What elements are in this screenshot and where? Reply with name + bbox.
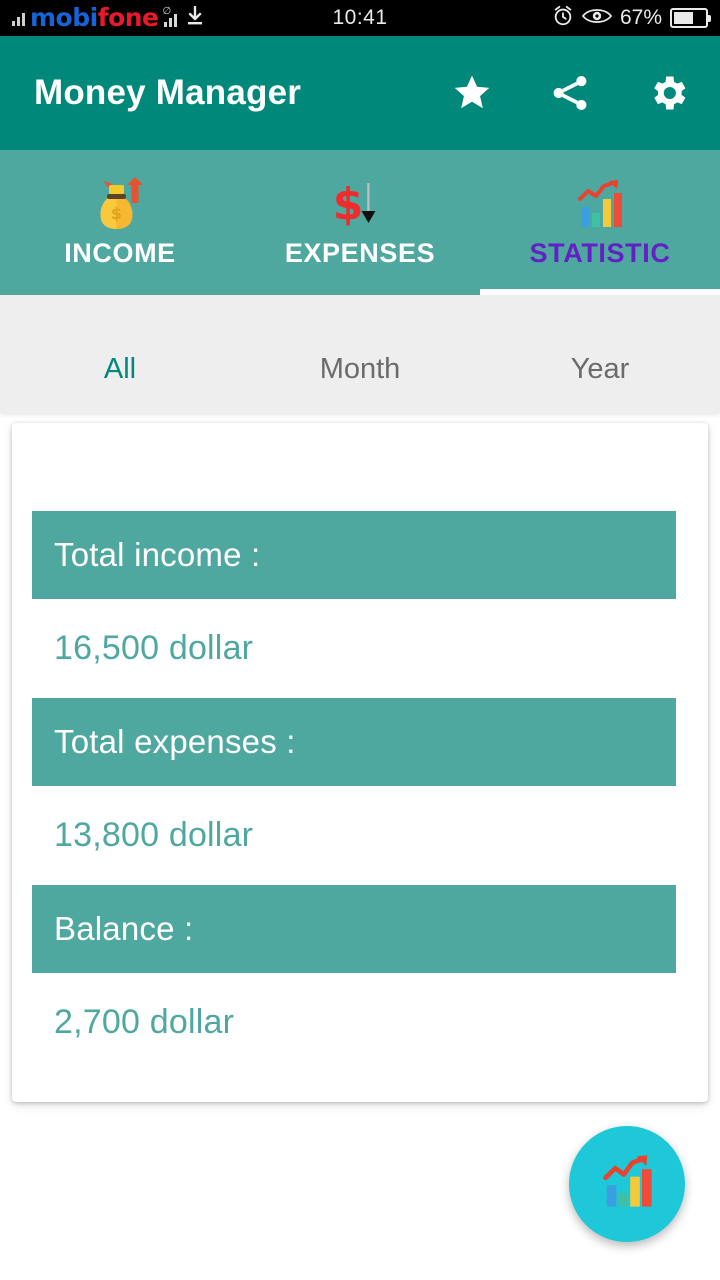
chart-fab-button[interactable] [569,1126,685,1242]
svg-text:$: $ [333,179,364,230]
app-bar-actions [450,71,690,115]
star-icon[interactable] [450,71,494,115]
app-screen: mobifone ∅ 10:41 67% Money Manager $ INC… [0,0,720,1280]
eye-icon [581,6,613,31]
bar-chart-icon [596,1153,658,1216]
tab-expenses-label: EXPENSES [284,238,436,268]
status-bar-right: 67% [552,5,711,32]
total-expenses-value: 13,800 dollar [54,816,254,854]
statistic-content: Total income : 16,500 dollar Total expen… [0,413,720,1280]
tab-statistic[interactable]: STATISTIC [480,150,720,295]
money-bag-up-arrow-icon: $ [91,176,149,232]
total-income-value: 16,500 dollar [54,629,254,667]
page-title: Money Manager [34,73,302,112]
share-icon[interactable] [548,71,592,115]
gear-icon[interactable] [646,71,690,115]
main-tab-bar: $ INCOME $ EXPENSES STATISTIC [0,150,720,295]
period-filter-bar: All Month Year [0,295,720,413]
tab-income[interactable]: $ INCOME [0,150,240,295]
status-bar: mobifone ∅ 10:41 67% [0,0,720,36]
dollar-down-arrow-icon: $ [331,176,389,232]
app-bar: Money Manager [0,36,720,150]
svg-text:$: $ [111,204,122,223]
filter-year[interactable]: Year [480,323,720,386]
tab-expenses[interactable]: $ EXPENSES [240,150,480,295]
battery-icon [670,8,711,28]
balance-value: 2,700 dollar [54,1003,235,1041]
balance-label: Balance : [32,885,676,973]
bar-chart-icon [571,176,629,232]
summary-card: Total income : 16,500 dollar Total expen… [12,423,708,1102]
battery-percent-label: 67% [619,6,662,29]
alarm-clock-icon [552,5,574,32]
tab-income-label: INCOME [64,238,176,268]
tab-statistic-label: STATISTIC [529,238,671,268]
filter-all[interactable]: All [0,323,240,386]
total-income-label: Total income : [32,511,676,599]
total-expenses-label: Total expenses : [32,698,676,786]
filter-month[interactable]: Month [240,323,480,386]
